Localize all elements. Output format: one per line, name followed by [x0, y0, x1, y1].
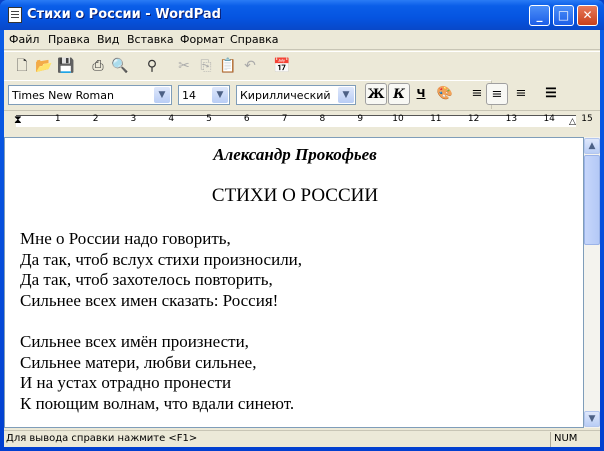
ruler-number: 6 — [243, 114, 250, 124]
align-left-icon[interactable]: ≡ — [466, 83, 488, 105]
menu-format[interactable]: Формат — [180, 33, 225, 46]
ruler-number: 14 — [543, 114, 555, 124]
poem-line: Сильнее матери, любви сильнее, — [20, 353, 257, 372]
status-help-text: Для вывода справки нажмите <F1> — [6, 433, 198, 444]
ruler-strip: 1 2 3 4 5 6 7 8 9 10 11 12 13 14 15 — [16, 114, 594, 127]
menu-help[interactable]: Справка — [230, 33, 278, 46]
copy-icon[interactable]: ⎘ — [196, 56, 216, 76]
scroll-down-icon[interactable]: ▼ — [584, 411, 600, 427]
poem-author: Александр Прокофьев — [213, 145, 377, 164]
ruler-number: 2 — [92, 114, 99, 124]
minimize-button[interactable]: _ — [529, 5, 550, 26]
ruler-number: 4 — [168, 114, 175, 124]
chevron-down-icon[interactable]: ▼ — [338, 87, 354, 103]
size-select[interactable]: 14 ▼ — [178, 85, 230, 105]
scroll-up-icon[interactable]: ▲ — [584, 138, 600, 154]
bullets-icon[interactable]: ☰ — [540, 83, 562, 105]
ruler-number: 3 — [130, 114, 137, 124]
vertical-scrollbar[interactable]: ▲ ▼ — [584, 137, 600, 428]
status-bar: Для вывода справки нажмите <F1> NUM — [4, 430, 600, 447]
undo-icon[interactable]: ↶ — [240, 56, 260, 76]
menu-file[interactable]: Файл — [9, 33, 39, 46]
ruler-number: 5 — [206, 114, 212, 124]
maximize-button[interactable]: □ — [553, 5, 574, 26]
script-select[interactable]: Кириллический ▼ — [236, 85, 356, 105]
ruler-number: 9 — [357, 114, 364, 124]
poem-title: СТИХИ О РОССИИ — [211, 185, 379, 206]
right-indent-marker-icon[interactable]: △ — [569, 117, 576, 127]
document-area[interactable]: Александр Прокофьев СТИХИ О РОССИИ Мне о… — [4, 137, 584, 428]
poem-line: Мне о России надо говорить, — [20, 229, 231, 248]
print-preview-icon[interactable]: 🔍 — [110, 56, 130, 76]
indent-marker-icon[interactable]: ⧗ — [14, 113, 22, 127]
find-icon[interactable]: ⚲ — [142, 56, 162, 76]
poem-line: И на устах отрадно пронести — [20, 373, 232, 392]
menu-bar: Файл Правка Вид Вставка Формат Справка — [4, 30, 600, 50]
ruler-number: 12 — [467, 114, 480, 124]
save-icon[interactable]: 💾 — [56, 56, 76, 76]
menu-insert[interactable]: Вставка — [127, 33, 174, 46]
ruler-number: 1 — [54, 114, 61, 124]
font-value: Times New Roman — [12, 89, 114, 102]
num-lock-indicator: NUM — [550, 432, 582, 447]
ruler[interactable]: 1 2 3 4 5 6 7 8 9 10 11 12 13 14 15 ⧗ △ — [4, 110, 600, 135]
title-bar[interactable]: Стихи о России - WordPad _ □ ✕ — [0, 0, 604, 30]
size-value: 14 — [182, 89, 196, 102]
wordpad-window: Стихи о России - WordPad _ □ ✕ Файл Прав… — [0, 0, 604, 451]
standard-toolbar: 🗋 📂 💾 ⎙ 🔍 ⚲ ✂ ⎘ 📋 ↶ 📅 — [4, 51, 600, 79]
scroll-thumb[interactable] — [584, 155, 600, 245]
script-value: Кириллический — [240, 89, 331, 102]
poem-line: К поющим волнам, что вдали синеют. — [20, 394, 295, 413]
menu-edit[interactable]: Правка — [48, 33, 90, 46]
menu-view[interactable]: Вид — [97, 33, 119, 46]
align-right-icon[interactable]: ≡ — [510, 83, 532, 105]
italic-button[interactable]: К — [388, 83, 410, 105]
poem-line: Да так, чтоб вслух стихи произносили, — [20, 250, 303, 269]
ruler-number: 8 — [319, 114, 326, 124]
font-select[interactable]: Times New Roman ▼ — [8, 85, 172, 105]
ruler-number: 7 — [281, 114, 288, 124]
ruler-number: 15 — [580, 114, 594, 124]
wordpad-icon — [8, 7, 22, 23]
ruler-number: 10 — [392, 114, 404, 124]
chevron-down-icon[interactable]: ▼ — [154, 87, 170, 103]
ruler-number: 13 — [505, 114, 518, 124]
window-title: Стихи о России - WordPad — [27, 7, 221, 22]
poem-line: Да так, чтоб захотелось повторить, — [20, 270, 273, 289]
cut-icon[interactable]: ✂ — [174, 56, 194, 76]
align-center-icon[interactable]: ≡ — [486, 83, 508, 105]
close-button[interactable]: ✕ — [577, 5, 598, 26]
chevron-down-icon[interactable]: ▼ — [212, 87, 228, 103]
print-icon[interactable]: ⎙ — [88, 56, 108, 76]
insert-datetime-icon[interactable]: 📅 — [272, 56, 292, 76]
poem-line: Сильнее всех имён произнести, — [20, 332, 249, 351]
poem-line: Сильнее всех имен сказать: Россия! — [20, 291, 279, 310]
color-icon[interactable]: 🎨 — [434, 83, 456, 105]
underline-button[interactable]: Ч — [410, 83, 432, 105]
paste-icon[interactable]: 📋 — [218, 56, 238, 76]
open-icon[interactable]: 📂 — [34, 56, 54, 76]
new-icon[interactable]: 🗋 — [12, 56, 32, 76]
ruler-number: 11 — [430, 114, 442, 124]
bold-button[interactable]: Ж — [365, 83, 387, 105]
